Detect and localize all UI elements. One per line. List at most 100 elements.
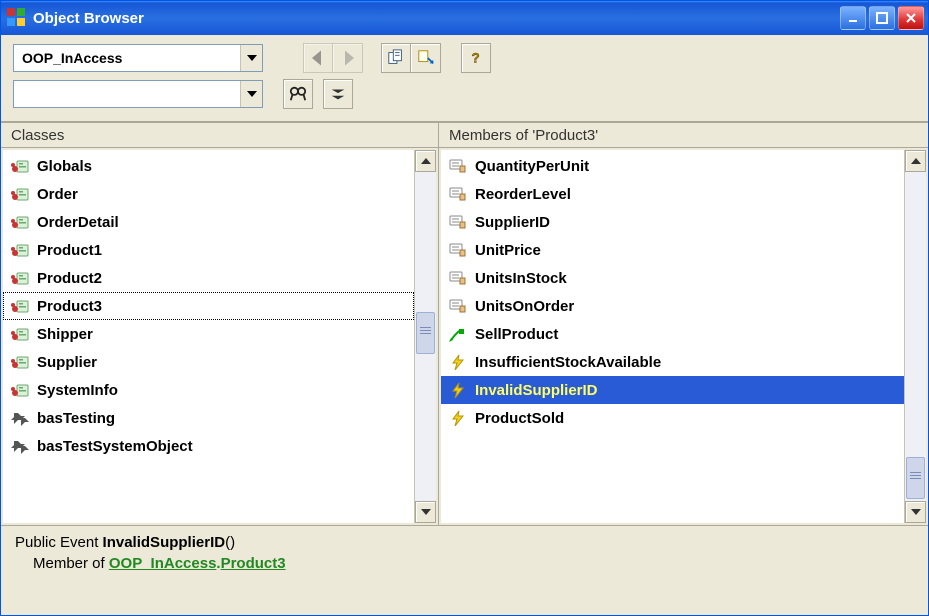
- class-label: basTesting: [37, 410, 115, 427]
- nav-forward-button: [333, 43, 363, 73]
- class-icon: [9, 353, 31, 371]
- minimize-button[interactable]: [840, 6, 866, 30]
- class-label: Shipper: [37, 326, 93, 343]
- member-row[interactable]: InsufficientStockAvailable: [441, 348, 904, 376]
- members-header: Members of 'Product3': [439, 123, 928, 148]
- scroll-up-icon[interactable]: [905, 150, 926, 172]
- class-icon: [9, 213, 31, 231]
- prop-icon: [447, 213, 469, 231]
- detail-member-of-label: Member of: [33, 555, 109, 572]
- scroll-thumb[interactable]: [416, 312, 435, 354]
- library-combo-value: OOP_InAccess: [14, 45, 240, 71]
- prop-icon: [447, 297, 469, 315]
- member-row[interactable]: SellProduct: [441, 320, 904, 348]
- nav-back-button: [303, 43, 333, 73]
- search-button[interactable]: [283, 79, 313, 109]
- class-row[interactable]: basTesting: [3, 404, 414, 432]
- scroll-down-icon[interactable]: [905, 501, 926, 523]
- detail-class-link[interactable]: Product3: [221, 555, 286, 572]
- member-row[interactable]: ProductSold: [441, 404, 904, 432]
- member-label: ProductSold: [475, 410, 564, 427]
- scroll-track[interactable]: [905, 172, 926, 501]
- method-icon: [447, 325, 469, 343]
- member-label: InsufficientStockAvailable: [475, 354, 661, 371]
- prop-icon: [447, 185, 469, 203]
- member-row[interactable]: ReorderLevel: [441, 180, 904, 208]
- detail-suffix: (): [225, 534, 235, 551]
- detail-name: InvalidSupplierID: [103, 534, 226, 551]
- member-label: UnitPrice: [475, 242, 541, 259]
- class-row[interactable]: Order: [3, 180, 414, 208]
- object-browser-window: Object Browser OOP_InAccess: [0, 0, 929, 616]
- member-label: QuantityPerUnit: [475, 158, 589, 175]
- member-row[interactable]: UnitsInStock: [441, 264, 904, 292]
- member-row[interactable]: UnitsOnOrder: [441, 292, 904, 320]
- class-label: basTestSystemObject: [37, 438, 193, 455]
- search-combo-drop-icon[interactable]: [240, 81, 262, 107]
- classes-header: Classes: [1, 123, 438, 148]
- prop-icon: [447, 269, 469, 287]
- class-icon: [9, 241, 31, 259]
- event-icon: [447, 381, 469, 399]
- scroll-thumb[interactable]: [906, 457, 925, 499]
- class-icon: [9, 185, 31, 203]
- member-label: UnitsOnOrder: [475, 298, 574, 315]
- members-scrollbar[interactable]: [904, 150, 926, 523]
- detail-library-link[interactable]: OOP_InAccess: [109, 555, 217, 572]
- member-row[interactable]: InvalidSupplierID: [441, 376, 904, 404]
- svg-text:?: ?: [472, 51, 480, 66]
- search-combo-value: [14, 81, 240, 107]
- class-row[interactable]: basTestSystemObject: [3, 432, 414, 460]
- class-label: Globals: [37, 158, 92, 175]
- scroll-track[interactable]: [415, 172, 436, 501]
- titlebar: Object Browser: [1, 1, 928, 35]
- close-button[interactable]: [898, 6, 924, 30]
- scroll-up-icon[interactable]: [415, 150, 436, 172]
- module-icon: [9, 409, 31, 427]
- member-row[interactable]: UnitPrice: [441, 236, 904, 264]
- members-list[interactable]: QuantityPerUnit ReorderLevel SupplierID Uni…: [441, 150, 904, 523]
- members-pane: Members of 'Product3' QuantityPerUnit Reo…: [439, 123, 928, 525]
- member-label: UnitsInStock: [475, 270, 567, 287]
- event-icon: [447, 353, 469, 371]
- classes-scrollbar[interactable]: [414, 150, 436, 523]
- class-row[interactable]: Product2: [3, 264, 414, 292]
- detail-prefix: Public Event: [15, 534, 103, 551]
- class-row[interactable]: Supplier: [3, 348, 414, 376]
- class-label: Product1: [37, 242, 102, 259]
- class-label: SystemInfo: [37, 382, 118, 399]
- member-row[interactable]: QuantityPerUnit: [441, 152, 904, 180]
- maximize-button[interactable]: [869, 6, 895, 30]
- class-row[interactable]: SystemInfo: [3, 376, 414, 404]
- class-row[interactable]: Product3: [3, 292, 414, 320]
- class-label: Product2: [37, 270, 102, 287]
- class-label: OrderDetail: [37, 214, 119, 231]
- definition-button[interactable]: [411, 43, 441, 73]
- member-label: SupplierID: [475, 214, 550, 231]
- help-button[interactable]: ?: [461, 43, 491, 73]
- class-icon: [9, 269, 31, 287]
- app-icon: [7, 8, 27, 28]
- toolbar: OOP_InAccess: [1, 35, 928, 122]
- module-icon: [9, 437, 31, 455]
- class-icon: [9, 325, 31, 343]
- class-label: Product3: [37, 298, 102, 315]
- prop-icon: [447, 241, 469, 259]
- class-row[interactable]: Product1: [3, 236, 414, 264]
- class-label: Supplier: [37, 354, 97, 371]
- toggle-search-results-button[interactable]: [323, 79, 353, 109]
- content: Classes Globals Order OrderDetail Product1 P…: [1, 122, 928, 615]
- library-combo-drop-icon[interactable]: [240, 45, 262, 71]
- class-row[interactable]: Shipper: [3, 320, 414, 348]
- scroll-down-icon[interactable]: [415, 501, 436, 523]
- copy-button[interactable]: [381, 43, 411, 73]
- classes-list[interactable]: Globals Order OrderDetail Product1 Product2 P…: [3, 150, 414, 523]
- member-label: InvalidSupplierID: [475, 382, 598, 399]
- class-row[interactable]: Globals: [3, 152, 414, 180]
- search-combo[interactable]: [13, 80, 263, 108]
- library-combo[interactable]: OOP_InAccess: [13, 44, 263, 72]
- class-label: Order: [37, 186, 78, 203]
- prop-icon: [447, 157, 469, 175]
- class-row[interactable]: OrderDetail: [3, 208, 414, 236]
- member-row[interactable]: SupplierID: [441, 208, 904, 236]
